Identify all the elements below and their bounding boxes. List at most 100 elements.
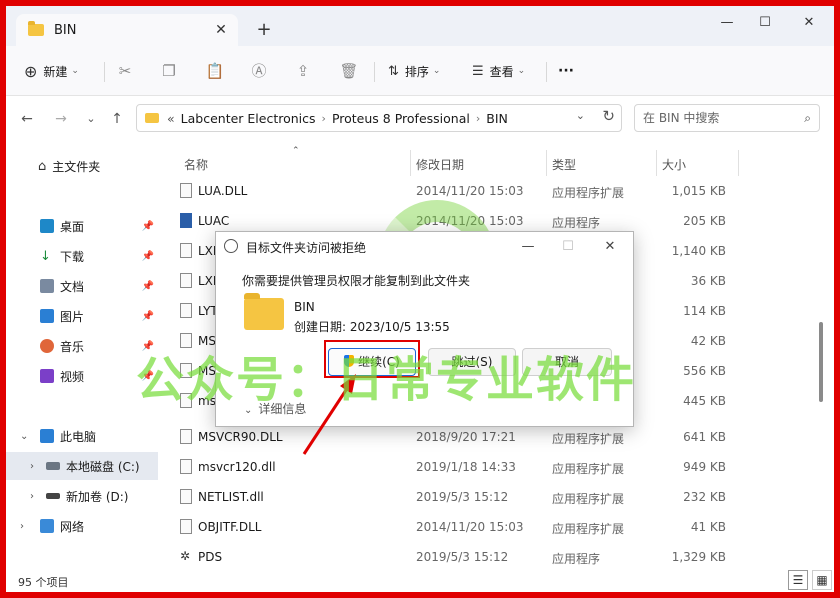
pin-icon[interactable]: 📌 <box>142 221 154 232</box>
address-bar[interactable]: « Labcenter Electronics › Proteus 8 Prof… <box>136 104 622 132</box>
drive-icon <box>46 462 60 470</box>
dll-file-icon <box>180 273 192 288</box>
column-header-date[interactable]: 修改日期 <box>416 156 464 173</box>
search-input[interactable]: 在 BIN 中搜索 ⌕ <box>634 104 820 132</box>
column-header-size[interactable]: 大小 <box>662 156 686 173</box>
file-row[interactable]: NETLIST.dll 2019/5/3 15:12 应用程序扩展 232 KB <box>166 482 806 512</box>
column-header-type[interactable]: 类型 <box>552 156 576 173</box>
vertical-scrollbar[interactable] <box>818 146 824 566</box>
sidebar-item-network[interactable]: › 网络 <box>6 512 158 540</box>
back-arrow-icon[interactable]: ← <box>16 108 38 130</box>
file-name: OBJITF.DLL <box>198 520 262 534</box>
file-row[interactable]: msvcr120.dll 2019/1/18 14:33 应用程序扩展 949 … <box>166 452 806 482</box>
chevron-down-icon[interactable]: ⌄ <box>20 431 28 442</box>
sidebar-item-this-pc[interactable]: ⌄ 此电脑 <box>6 422 158 450</box>
up-arrow-icon[interactable]: ↑ <box>106 108 128 130</box>
more-button[interactable]: ··· <box>558 58 574 84</box>
sort-icon: ⇅ <box>388 63 399 79</box>
sidebar-item-home[interactable]: ⌂ 主文件夹 <box>6 152 158 180</box>
dialog-folder-date: 创建日期: 2023/10/5 13:55 <box>294 320 450 334</box>
file-type: 应用程序扩展 <box>552 462 625 476</box>
minimize-button[interactable]: — <box>712 12 742 34</box>
search-placeholder: 在 BIN 中搜索 <box>643 111 720 125</box>
file-size: 205 KB <box>683 214 726 228</box>
dll-file-icon <box>180 489 192 504</box>
folder-icon <box>28 21 44 36</box>
breadcrumb-labcenter[interactable]: Labcenter Electronics <box>181 111 316 126</box>
sidebar-item-drive-c[interactable]: › 本地磁盘 (C:) <box>6 452 158 480</box>
chevron-right-icon[interactable]: › <box>20 521 24 532</box>
file-row[interactable]: ✲ PDS 2019/5/3 15:12 应用程序 1,329 KB <box>166 542 806 572</box>
sidebar-item-drive-d[interactable]: › 新加卷 (D:) <box>6 482 158 510</box>
file-name: NETLIST.dll <box>198 490 264 504</box>
dialog-maximize-button[interactable]: ☐ <box>556 236 580 258</box>
file-type: 应用程序 <box>552 552 601 566</box>
chevron-right-icon[interactable]: › <box>30 491 34 502</box>
new-tab-button[interactable]: + <box>254 20 274 40</box>
refresh-icon[interactable]: ↻ <box>602 107 615 125</box>
scrollbar-thumb[interactable] <box>819 322 823 402</box>
sidebar-item-label: 新加卷 (D:) <box>66 489 129 504</box>
sidebar-item-desktop[interactable]: 桌面 📌 <box>6 212 158 240</box>
overflow-crumbs[interactable]: « <box>167 111 175 126</box>
sidebar-item-documents[interactable]: 文档 📌 <box>6 272 158 300</box>
maximize-button[interactable]: ☐ <box>750 12 780 34</box>
column-divider[interactable] <box>738 150 739 176</box>
sort-button[interactable]: ⇅ 排序 ⌄ <box>388 58 440 84</box>
share-icon[interactable]: ⇪ <box>292 60 314 82</box>
file-row[interactable]: OBJITF.DLL 2014/11/20 15:03 应用程序扩展 41 KB <box>166 512 806 542</box>
file-row[interactable]: LUA.DLL 2014/11/20 15:03 应用程序扩展 1,015 KB <box>166 176 806 206</box>
view-label: 查看 <box>489 64 514 79</box>
close-window-button[interactable]: ✕ <box>794 12 824 34</box>
file-name: LUAC <box>198 214 230 228</box>
new-label: 新建 <box>43 64 68 79</box>
documents-icon <box>40 279 54 293</box>
column-divider[interactable] <box>546 150 547 176</box>
pin-icon[interactable]: 📌 <box>142 311 154 322</box>
chevron-right-icon: › <box>321 111 326 125</box>
file-date: 2019/5/3 15:12 <box>416 490 509 504</box>
copy-icon[interactable]: ❐ <box>158 60 180 82</box>
file-size: 1,015 KB <box>671 184 726 198</box>
desktop-icon <box>40 219 54 233</box>
tiles-view-icon[interactable]: ▦ <box>812 570 832 590</box>
close-tab-icon[interactable]: ✕ <box>212 21 230 39</box>
column-divider[interactable] <box>410 150 411 176</box>
sidebar-item-downloads[interactable]: ↓ 下载 📌 <box>6 242 158 270</box>
column-header-name[interactable]: 名称 <box>184 156 208 173</box>
command-bar: ⊕ 新建 ⌄ ✂ ❐ 📋 Ⓐ ⇪ 🗑 ⇅ 排序 ⌄ ☰ 查看 ⌄ ··· <box>6 46 834 96</box>
dialog-minimize-button[interactable]: — <box>516 236 540 258</box>
recent-chevron-icon[interactable]: ⌄ <box>80 108 102 130</box>
rename-icon[interactable]: Ⓐ <box>248 60 270 82</box>
exe-file-icon <box>180 213 192 228</box>
file-size: 114 KB <box>683 304 726 318</box>
breadcrumb-bin[interactable]: BIN <box>486 111 508 126</box>
file-date: 2019/1/18 14:33 <box>416 460 516 474</box>
delete-icon[interactable]: 🗑 <box>338 60 360 82</box>
chevron-down-icon: ⌄ <box>517 66 526 76</box>
pin-icon[interactable]: 📌 <box>142 281 154 292</box>
tab-bin[interactable]: BIN ✕ <box>16 14 238 46</box>
breadcrumb-proteus[interactable]: Proteus 8 Professional <box>332 111 470 126</box>
chevron-right-icon[interactable]: › <box>30 461 34 472</box>
dialog-close-button[interactable]: ✕ <box>598 236 622 258</box>
file-type: 应用程序扩展 <box>552 432 625 446</box>
paste-icon[interactable]: 📋 <box>204 60 226 82</box>
new-button[interactable]: ⊕ 新建 ⌄ <box>24 58 79 84</box>
chevron-down-icon[interactable]: ⌄ <box>576 109 585 122</box>
item-count: 95 个项目 <box>18 576 69 589</box>
view-button[interactable]: ☰ 查看 ⌄ <box>472 58 525 84</box>
file-size: 42 KB <box>690 334 726 348</box>
dll-file-icon <box>180 429 192 444</box>
file-type: 应用程序扩展 <box>552 492 625 506</box>
pin-icon[interactable]: 📌 <box>142 251 154 262</box>
column-divider[interactable] <box>656 150 657 176</box>
forward-arrow-icon[interactable]: → <box>50 108 72 130</box>
sidebar-item-pictures[interactable]: 图片 📌 <box>6 302 158 330</box>
folder-icon <box>145 113 159 123</box>
file-size: 36 KB <box>690 274 726 288</box>
details-view-icon[interactable]: ☰ <box>788 570 808 590</box>
dll-file-icon <box>180 183 192 198</box>
plus-circle-icon: ⊕ <box>24 61 38 81</box>
cut-icon[interactable]: ✂ <box>114 60 136 82</box>
